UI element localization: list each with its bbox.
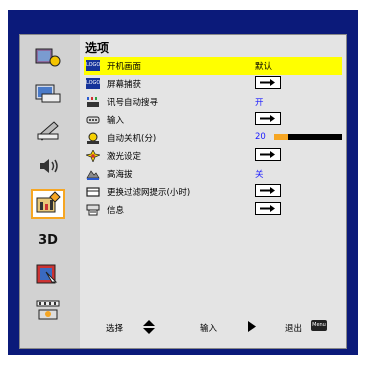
row-label: 讯号自动搜寻 bbox=[107, 98, 159, 108]
options-icon bbox=[34, 190, 62, 218]
sidebar-item-display[interactable] bbox=[31, 81, 65, 111]
row-label: 激光设定 bbox=[107, 152, 142, 162]
3d-icon: 3D bbox=[38, 232, 58, 248]
row-value: 开 bbox=[255, 98, 264, 108]
signal-search-icon bbox=[86, 96, 100, 107]
high-altitude-icon bbox=[86, 168, 100, 180]
sidebar-item-network[interactable] bbox=[31, 297, 65, 327]
enter-submenu-button[interactable] bbox=[255, 184, 281, 197]
row-label: 自动关机(分) bbox=[107, 134, 157, 144]
row-value: 20 bbox=[255, 132, 266, 142]
display-icon bbox=[34, 82, 62, 110]
menu-row-auto-power-off[interactable]: 自动关机(分) 20 bbox=[84, 129, 342, 147]
filter-icon bbox=[86, 186, 100, 197]
row-label: 开机画面 bbox=[107, 62, 142, 72]
row-value: 关 bbox=[255, 170, 264, 180]
enter-submenu-button[interactable] bbox=[255, 112, 281, 125]
menu-row-startup-logo[interactable]: LOGO 开机画面 默认 bbox=[84, 57, 342, 75]
sidebar-item-settings[interactable] bbox=[31, 117, 65, 147]
play-icon bbox=[248, 321, 256, 335]
sidebar-item-options[interactable] bbox=[31, 189, 65, 219]
logo-icon: LOGO bbox=[86, 60, 100, 71]
menu-row-auto-source[interactable]: 讯号自动搜寻 开 bbox=[84, 93, 342, 111]
auto-power-off-slider[interactable] bbox=[274, 134, 342, 140]
menu-row-input[interactable]: 输入 bbox=[84, 111, 342, 129]
menu-row-filter-reminder[interactable]: 更换过滤网提示(小时) bbox=[84, 183, 342, 201]
arrow-right-icon bbox=[260, 205, 275, 212]
audio-icon bbox=[34, 154, 62, 182]
arrow-right-icon bbox=[260, 151, 275, 158]
sidebar-item-3d[interactable]: 3D bbox=[31, 225, 65, 255]
menu-row-information[interactable]: 信息 bbox=[84, 201, 342, 219]
row-label: 更换过滤网提示(小时) bbox=[107, 188, 191, 198]
menu-row-logo-capture[interactable]: LOGO 屏幕捕获 bbox=[84, 75, 342, 93]
row-label: 信息 bbox=[107, 206, 125, 216]
row-label: 输入 bbox=[107, 116, 125, 126]
enter-hint-label: 输入 bbox=[200, 324, 218, 334]
enter-submenu-button[interactable] bbox=[255, 202, 281, 215]
select-hint-label: 选择 bbox=[106, 324, 124, 334]
row-value: 默认 bbox=[255, 62, 273, 72]
sidebar-item-audio[interactable] bbox=[31, 153, 65, 183]
row-label: 高海拔 bbox=[107, 170, 133, 180]
input-icon bbox=[86, 114, 100, 125]
menu-row-high-altitude[interactable]: 高海拔 关 bbox=[84, 165, 342, 183]
info-icon bbox=[86, 204, 100, 216]
laser-icon bbox=[84, 149, 102, 163]
arrow-right-icon bbox=[260, 187, 275, 194]
menu-key-icon: Menu bbox=[311, 320, 327, 331]
sidebar: 3D bbox=[20, 35, 75, 348]
auto-power-off-icon bbox=[86, 132, 100, 144]
options-panel: 选项 LOGO 开机画面 默认 LOGO 屏幕捕获 讯号自动搜寻 开 输入 自动… bbox=[80, 35, 346, 348]
arrow-right-icon bbox=[260, 79, 275, 86]
logo-capture-icon: LOGO bbox=[86, 78, 100, 89]
exit-hint-label: 退出 bbox=[285, 324, 303, 334]
menu-row-laser-settings[interactable]: 激光设定 bbox=[84, 147, 342, 165]
key-hint-bar: 选择 输入 退出 Menu bbox=[80, 318, 346, 338]
sidebar-item-image[interactable] bbox=[31, 45, 65, 75]
enter-submenu-button[interactable] bbox=[255, 148, 281, 161]
lan-icon bbox=[34, 262, 62, 290]
slider-fill bbox=[274, 134, 288, 140]
row-label: 屏幕捕获 bbox=[107, 80, 142, 90]
sidebar-item-lan[interactable] bbox=[31, 261, 65, 291]
up-down-icon bbox=[143, 320, 155, 337]
arrow-right-icon bbox=[260, 115, 275, 122]
enter-submenu-button[interactable] bbox=[255, 76, 281, 89]
network-icon bbox=[34, 298, 62, 326]
image-settings-icon bbox=[34, 46, 62, 74]
menu-title: 选项 bbox=[85, 41, 110, 55]
settings-icon bbox=[34, 118, 62, 146]
osd-menu: 3D 选项 LOGO 开机画面 默认 LOGO 屏幕捕获 讯号自动搜寻 开 输入… bbox=[19, 34, 347, 349]
